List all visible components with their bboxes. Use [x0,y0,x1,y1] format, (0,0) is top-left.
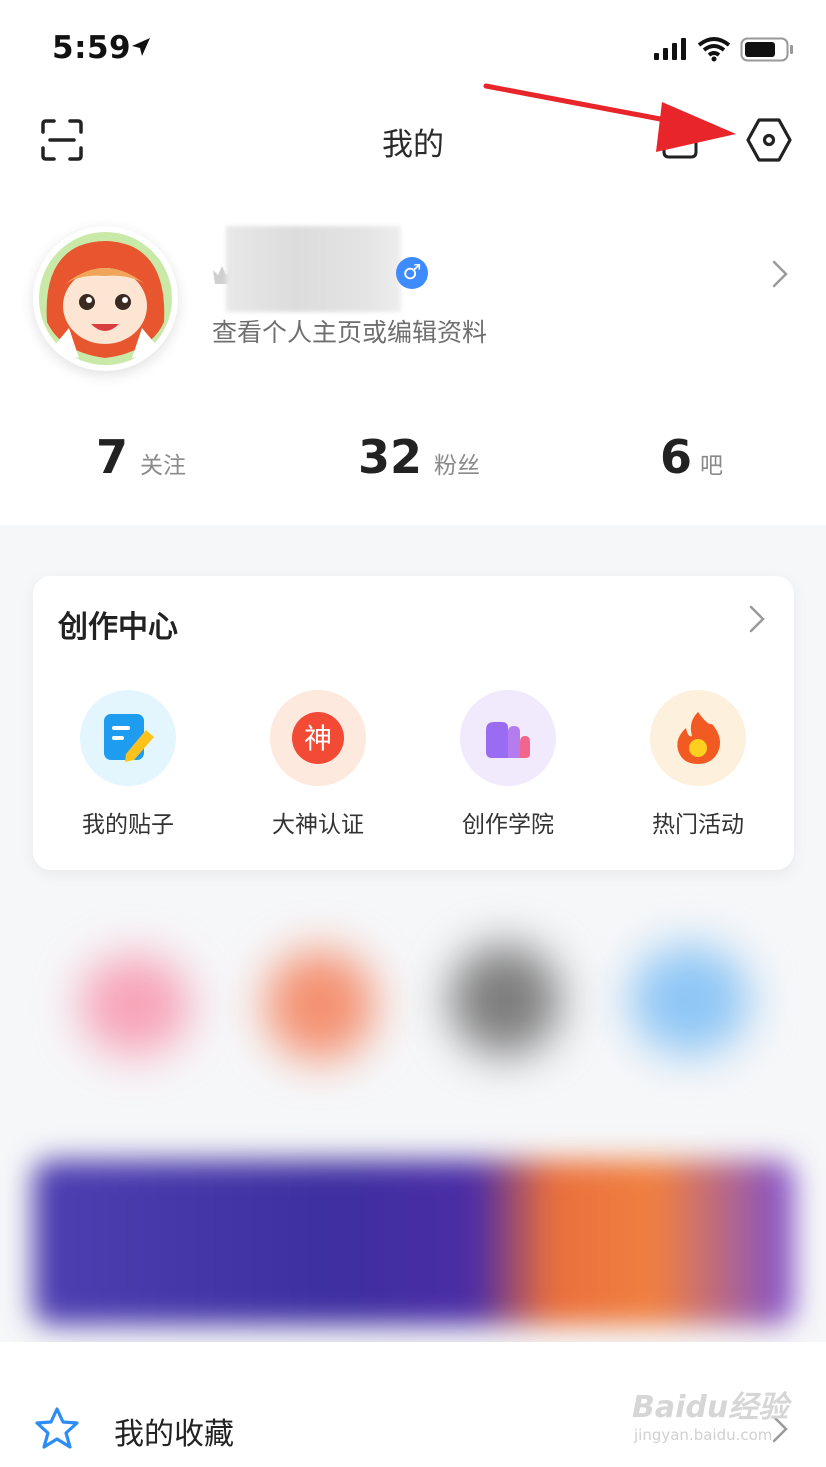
avatar[interactable] [33,226,178,371]
tool-icon-bg [80,690,176,786]
stat-value: 6 [660,430,693,484]
tool-label: 我的贴子 [82,812,174,838]
stat-value: 32 [358,430,423,484]
stat-label: 吧 [700,453,724,479]
status-time: 5:59 [52,30,132,66]
tool-hot-events[interactable]: 热门活动 [628,690,768,839]
baidu-watermark: Baidu经验 jingyan.baidu.com [632,1382,788,1444]
shen-glyph: 神 [304,722,332,755]
username-redacted[interactable] [226,226,401,312]
tool-icon-bg [650,690,746,786]
tool-creator-academy[interactable]: 创作学院 [438,690,578,839]
chevron-right-icon[interactable] [770,259,790,289]
creation-center-card: 创作中心 我的贴子 神 大神认证 创作学院 热门活动 [33,576,794,870]
stat-forums[interactable]: 6 吧 [660,430,723,484]
shen-badge-icon: 神 [292,712,344,764]
tool-expert-certification[interactable]: 神 大神认证 [248,690,388,839]
favorites-label: 我的收藏 [114,1417,234,1452]
chevron-right-icon[interactable] [747,604,767,634]
profile-subtitle[interactable]: 查看个人主页或编辑资料 [212,313,487,349]
stat-label: 粉丝 [434,453,481,479]
card-title[interactable]: 创作中心 [58,602,178,646]
watermark-main: Baidu经验 [632,1390,789,1425]
annotation-arrow-icon [483,83,736,152]
stat-followers[interactable]: 32 粉丝 [358,430,480,484]
bar-chart-icon [486,722,530,758]
stat-value: 7 [96,430,129,484]
edit-note-icon [104,714,154,762]
tool-label: 大神认证 [272,812,364,838]
tool-my-posts[interactable]: 我的贴子 [58,690,198,839]
watermark-sub: jingyan.baidu.com [634,1426,773,1444]
stat-label: 关注 [140,453,187,479]
tool-label: 创作学院 [462,812,554,838]
settings-icon[interactable] [745,116,793,164]
stat-following[interactable]: 7 关注 [96,430,186,484]
location-arrow-icon [132,38,150,56]
tool-icon-bg: 神 [270,690,366,786]
fire-icon [677,712,720,764]
star-icon [35,1407,79,1449]
cellular-signal-icon [654,38,686,60]
blurred-shortcuts[interactable] [0,925,826,1115]
battery-icon [740,37,793,62]
wifi-icon [697,37,731,62]
tool-icon-bg [460,690,556,786]
tool-label: 热门活动 [652,812,744,838]
promo-banner[interactable] [33,1160,794,1325]
male-gender-icon: ♂ [396,257,428,289]
anime-avatar-icon [39,232,172,365]
